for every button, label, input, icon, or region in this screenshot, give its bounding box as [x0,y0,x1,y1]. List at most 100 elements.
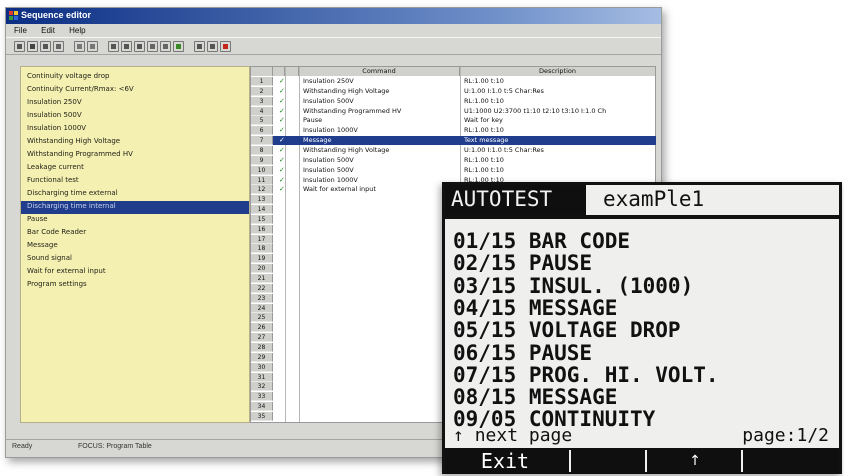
row-command[interactable] [300,304,458,313]
row-check-icon[interactable]: ✓ [279,136,289,145]
row-check-icon[interactable] [279,254,289,263]
row-command[interactable] [300,274,458,283]
row-command[interactable] [300,402,458,411]
palette-item[interactable]: Pause [21,214,249,227]
palette-item[interactable]: Continuity Current/Rmax: <6V [21,84,249,97]
row-description[interactable]: U1:1000 U2:3700 t1:10 t2:10 t3:10 I:1.0 … [461,107,656,116]
palette-item[interactable]: Program settings [21,279,249,292]
row-number[interactable]: 11 [251,175,273,185]
row-check-icon[interactable] [279,343,289,352]
exit-softkey[interactable]: Exit [453,449,557,473]
row-number[interactable]: 18 [251,244,273,254]
view-icon[interactable] [74,41,85,52]
row-check-icon[interactable] [279,304,289,313]
row-command[interactable]: Withstanding High Voltage [300,146,458,155]
row-command[interactable]: Insulation 500V [300,97,458,106]
row-command[interactable] [300,235,458,244]
row-check-icon[interactable] [279,274,289,283]
delete-icon[interactable] [147,41,158,52]
row-check-icon[interactable]: ✓ [279,97,289,106]
row-command[interactable] [300,373,458,382]
row-number[interactable]: 9 [251,155,273,165]
row-number[interactable]: 28 [251,342,273,352]
palette-item[interactable]: Discharging time internal [21,201,249,214]
row-command[interactable]: Withstanding High Voltage [300,87,458,96]
row-check-icon[interactable] [279,323,289,332]
row-check-icon[interactable] [279,225,289,234]
row-number[interactable]: 6 [251,126,273,136]
row-check-icon[interactable]: ✓ [279,176,289,185]
up-icon[interactable] [194,41,205,52]
row-command[interactable] [300,215,458,224]
palette-item[interactable]: Functional test [21,175,249,188]
row-check-icon[interactable]: ✓ [279,87,289,96]
row-command[interactable] [300,205,458,214]
menu-help[interactable]: Help [69,26,85,35]
menu-edit[interactable]: Edit [41,26,55,35]
header-description[interactable]: Description [460,67,655,76]
row-description[interactable]: RL:1.00 t:10 [461,126,656,135]
help-icon[interactable] [207,41,218,52]
row-number[interactable]: 32 [251,382,273,392]
open-icon[interactable] [27,41,38,52]
row-description[interactable]: RL:1.00 t:10 [461,77,656,86]
palette-item[interactable]: Insulation 500V [21,110,249,123]
row-command[interactable] [300,195,458,204]
new-icon[interactable] [14,41,25,52]
row-number[interactable]: 4 [251,106,273,116]
row-number[interactable]: 22 [251,283,273,293]
row-description[interactable]: U:1.00 I:1.0 t:5 Char:Res [461,146,656,155]
row-check-icon[interactable] [279,235,289,244]
row-check-icon[interactable] [279,284,289,293]
row-description[interactable]: RL:1.00 t:10 [461,97,656,106]
row-number[interactable]: 25 [251,313,273,323]
row-description[interactable]: Text message [461,136,656,145]
row-check-icon[interactable] [279,294,289,303]
row-command[interactable]: Message [300,136,458,145]
row-check-icon[interactable] [279,264,289,273]
row-number[interactable]: 35 [251,411,273,421]
up-arrow-softkey[interactable]: ↑ [655,449,735,473]
row-number[interactable]: 30 [251,362,273,372]
row-number[interactable]: 7 [251,136,273,146]
row-description[interactable]: U:1.00 I:1.0 t:5 Char:Res [461,87,656,96]
edit-icon[interactable] [87,41,98,52]
row-command[interactable] [300,313,458,322]
undo-icon[interactable] [160,41,171,52]
row-check-icon[interactable]: ✓ [279,156,289,165]
row-check-icon[interactable] [279,195,289,204]
window-titlebar[interactable]: Sequence editor [6,8,661,24]
row-number[interactable]: 10 [251,165,273,175]
row-number[interactable]: 21 [251,274,273,283]
palette-item[interactable]: Withstanding Programmed HV [21,149,249,162]
row-check-icon[interactable] [279,215,289,224]
row-check-icon[interactable] [279,333,289,342]
row-command[interactable]: Pause [300,116,458,125]
row-number[interactable]: 15 [251,214,273,224]
palette-item[interactable]: Continuity voltage drop [21,71,249,84]
row-command[interactable]: Insulation 250V [300,77,458,86]
folder-icon[interactable] [173,41,184,52]
row-command[interactable] [300,343,458,352]
save-icon[interactable] [40,41,51,52]
row-number[interactable]: 33 [251,392,273,402]
palette-item[interactable]: Message [21,240,249,253]
palette-item[interactable]: Leakage current [21,162,249,175]
row-command[interactable] [300,382,458,391]
row-check-icon[interactable] [279,373,289,382]
menu-file[interactable]: File [14,26,27,35]
palette-item[interactable]: Bar Code Reader [21,227,249,240]
palette-item[interactable]: Discharging time external [21,188,249,201]
row-command[interactable] [300,353,458,362]
print-icon[interactable] [53,41,64,52]
palette-item[interactable]: Wait for external input [21,266,249,279]
row-check-icon[interactable] [279,244,289,253]
row-command[interactable] [300,244,458,253]
row-command[interactable] [300,412,458,421]
row-number[interactable]: 1 [251,77,273,86]
row-check-icon[interactable] [279,353,289,362]
row-check-icon[interactable] [279,392,289,401]
row-command[interactable]: Insulation 1000V [300,176,458,185]
row-command[interactable]: Insulation 500V [300,156,458,165]
row-command[interactable]: Insulation 1000V [300,126,458,135]
